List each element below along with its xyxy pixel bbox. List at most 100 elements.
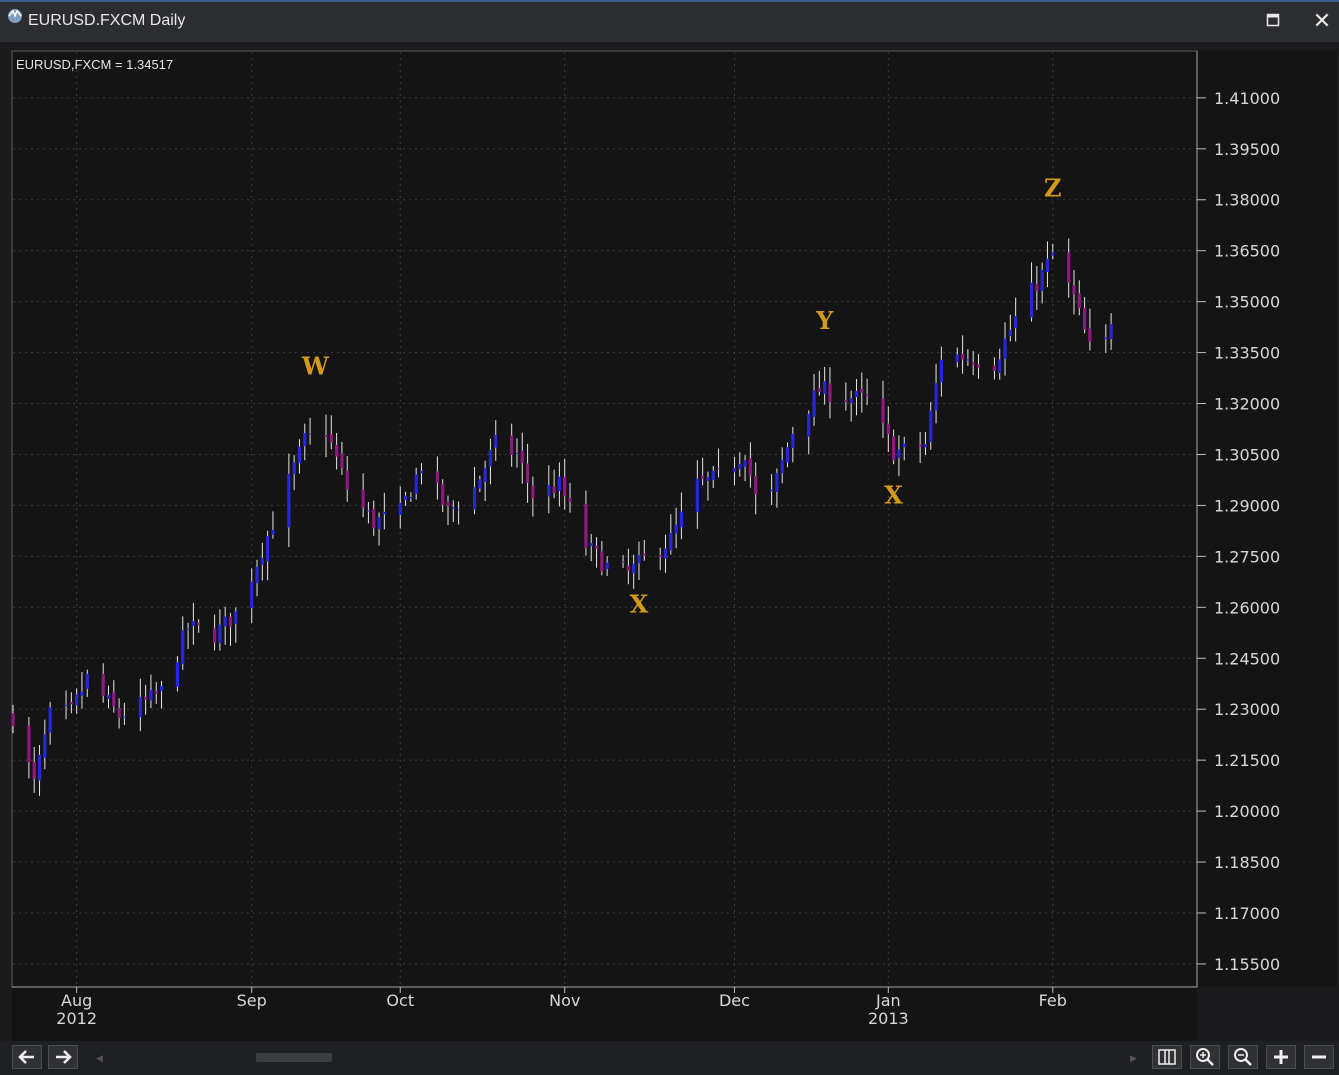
zoom-in-button[interactable] [1190,1045,1220,1069]
candle-body [918,444,922,447]
candle-body [329,434,333,443]
candle-body [138,696,142,717]
candle-body [525,463,530,483]
candle-body [594,545,599,549]
candle-body [69,702,73,705]
zoom-in-icon [1196,1048,1214,1066]
candle-body [711,470,715,481]
zoom-out-button[interactable] [1228,1045,1258,1069]
candle-body [197,622,201,626]
candle-body [409,496,413,499]
candle-body [929,410,933,443]
candle-body [345,470,349,490]
symbol-price-label: EURUSD,FXCM = 1.34517 [16,57,173,72]
candle-body [414,474,418,494]
candle-body [557,476,562,492]
y-tick-label: 1.36500 [1214,242,1280,261]
candle-body [669,533,673,551]
window-title: EURUSD.FXCM Daily [28,12,186,29]
candle-body [886,423,890,435]
candle-body [303,432,307,447]
candle-body [637,555,641,564]
candle-body [1014,316,1018,329]
x-year-label: 2013 [868,1009,909,1028]
candle-body [679,511,684,528]
candle-body [181,630,185,665]
candle-body [568,498,572,502]
y-tick-label: 1.15500 [1214,955,1280,974]
candle-body [892,436,896,461]
scroll-back-button[interactable] [12,1045,42,1069]
candle-body [939,359,943,383]
horizontal-scrollbar[interactable]: ◀ ▶ [96,1051,1137,1064]
y-tick-label: 1.35000 [1214,293,1280,312]
candle-body [101,673,105,697]
candle-body [228,616,233,627]
candle-body [865,394,869,397]
candle-body [695,478,699,512]
scroll-right-icon[interactable]: ▶ [1130,1053,1137,1064]
candle-body [626,565,630,571]
candle-body [32,761,36,779]
y-tick-label: 1.18500 [1214,853,1280,872]
y-tick-label: 1.23000 [1214,700,1280,719]
candle-body [218,624,222,644]
scroll-forward-button[interactable] [48,1045,78,1069]
candle-body [934,383,938,411]
candle-body [266,536,270,562]
candle-body [117,707,121,718]
wave-label-x: X [884,481,903,510]
scroll-left-icon[interactable]: ◀ [96,1053,103,1064]
candle-body [520,450,524,464]
candle-body [419,470,424,474]
y-tick-label: 1.26000 [1214,598,1280,617]
x-tick-label: Feb [1039,991,1067,1010]
scrollbar-thumb[interactable] [256,1053,332,1062]
candle-body [451,507,455,509]
candle-body [531,485,535,499]
candle-body [854,390,859,398]
remove-button[interactable] [1304,1045,1334,1069]
candle-body [791,433,795,448]
x-tick-label: Sep [237,991,267,1010]
y-tick-label: 1.27500 [1214,547,1280,566]
candle-body [297,446,302,464]
candle-body [1109,324,1113,340]
candle-body [287,473,291,528]
price-chart[interactable]: 1.41000 1.39500 1.38000 1.36500 1.35000 1.335… [0,42,1339,1041]
candle-body [340,453,344,469]
candle-body [1003,338,1007,359]
candle-body [738,463,742,470]
candle-body [75,694,79,706]
candle-body [483,468,487,482]
close-button[interactable]: ✕ [1310,8,1334,34]
candle-body [701,475,705,479]
x-tick-label: Jan [875,991,901,1010]
candle-body [1067,252,1071,283]
add-button[interactable] [1266,1045,1296,1069]
candle-body [372,508,376,529]
candle-body [494,434,498,448]
candle-body [785,446,790,463]
candle-body [366,510,371,512]
y-tick-label: 1.24500 [1214,649,1280,668]
arrow-left-icon [18,1050,34,1064]
candle-body [860,388,864,393]
column-view-button[interactable] [1152,1045,1182,1069]
candle-body [112,692,116,707]
candle-body [398,502,402,515]
candle-body [605,562,609,569]
candle-body [621,561,625,563]
candle-body [770,489,774,492]
candle-body [271,529,275,535]
maximize-icon[interactable] [1266,13,1280,27]
candle-body [250,581,254,609]
candle-body [998,359,1002,373]
candle-body [902,443,906,448]
wave-label-z: Z [1044,173,1062,202]
candle-body [308,433,312,435]
candle-body [547,484,551,497]
candle-body [234,611,238,625]
candle-body [292,462,296,475]
candle-body [382,511,386,515]
